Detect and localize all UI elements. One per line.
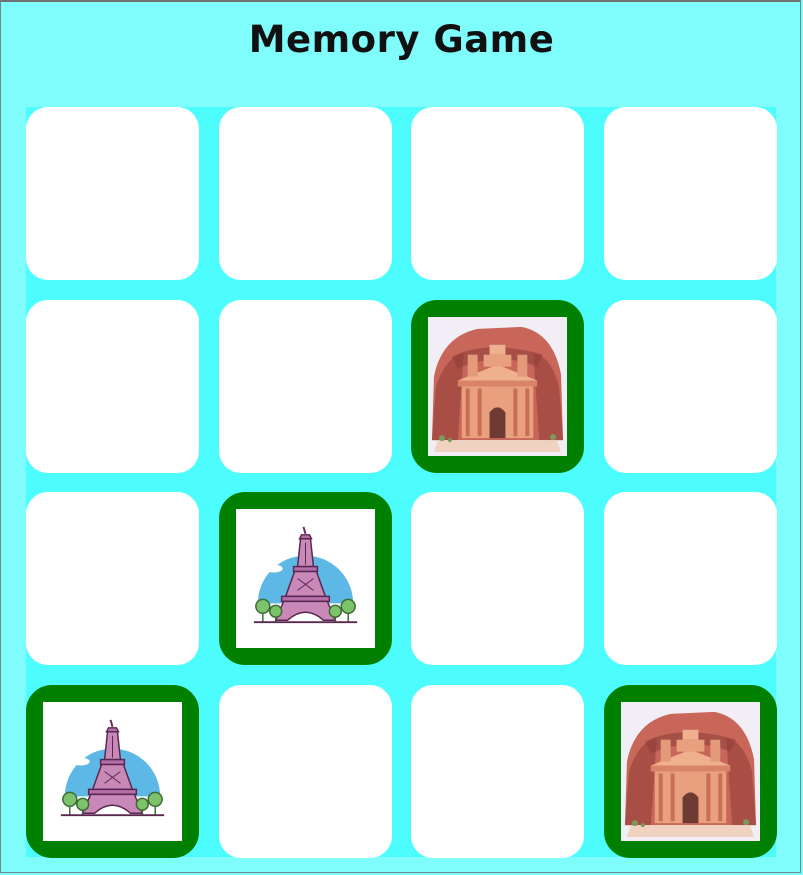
game-board [26,107,777,858]
memory-card-matched [218,492,392,665]
memory-card-matched [26,684,199,858]
memory-card-hidden[interactable] [26,299,199,473]
eiffel-tower-icon [235,509,375,648]
memory-card-hidden[interactable] [218,684,392,858]
memory-card-hidden[interactable] [603,299,777,473]
memory-card-matched [411,299,584,473]
memory-card-hidden[interactable] [411,107,584,280]
page-title: Memory Game [248,18,555,61]
memory-card-hidden[interactable] [603,107,777,280]
memory-card-hidden[interactable] [218,107,392,280]
memory-card-hidden[interactable] [218,299,392,473]
memory-card-hidden[interactable] [26,107,199,280]
memory-card-hidden[interactable] [411,684,584,858]
memory-card-hidden[interactable] [603,492,777,665]
petra-treasury-icon [620,701,760,841]
memory-card-matched [603,684,777,858]
petra-treasury-icon [428,316,567,456]
eiffel-tower-icon [43,701,182,841]
memory-card-hidden[interactable] [411,492,584,665]
memory-card-hidden[interactable] [26,492,199,665]
